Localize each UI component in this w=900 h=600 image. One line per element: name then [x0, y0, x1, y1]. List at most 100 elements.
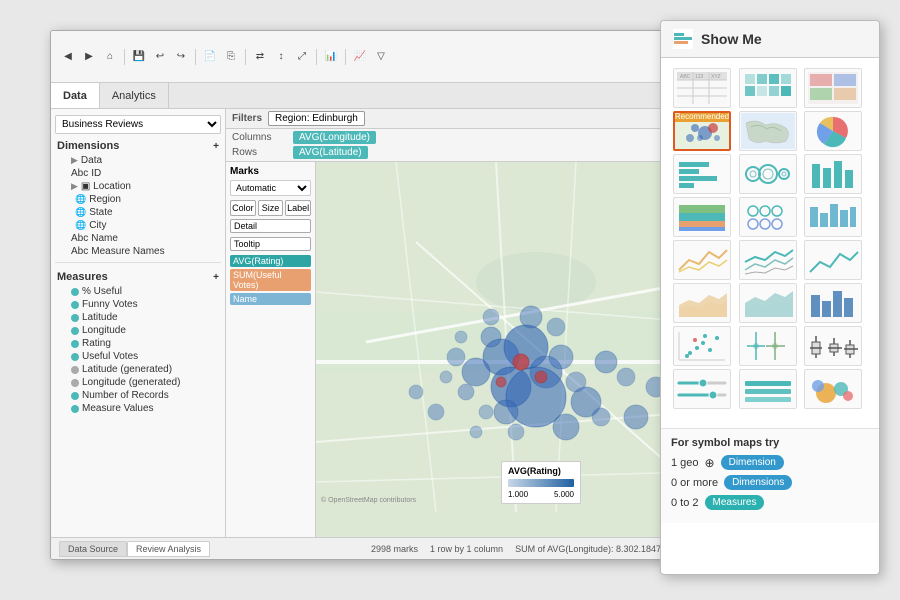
chart-horiz-bars[interactable] — [673, 154, 731, 194]
svg-text:XYZ: XYZ — [711, 74, 721, 80]
measure-useful-pct[interactable]: % Useful — [63, 285, 221, 298]
swap-icon[interactable]: ⇄ — [251, 48, 269, 66]
chart-highlight-table[interactable] — [804, 68, 862, 108]
chart-more[interactable] — [804, 197, 862, 237]
filters-label: Filters — [232, 113, 262, 124]
dim-location[interactable]: ▶ ▣ Location — [63, 180, 221, 193]
show-me-icon[interactable]: 📊 — [322, 48, 340, 66]
measure-funny[interactable]: Funny Votes — [63, 298, 221, 311]
dim-state[interactable]: 🌐 State — [63, 206, 221, 219]
measure-lat-gen[interactable]: Latitude (generated) — [63, 363, 221, 376]
marks-color-btn[interactable]: Color — [230, 200, 256, 216]
footer-row-2: 0 or more Dimensions — [671, 475, 869, 490]
measure-rating[interactable]: Rating — [63, 337, 221, 350]
chart-sliders[interactable] — [673, 369, 731, 409]
chart-scatter[interactable] — [673, 326, 731, 366]
badge-dimension: Dimension — [721, 455, 784, 470]
dimensions-add-icon[interactable]: + — [213, 141, 219, 152]
measure-useful-votes[interactable]: Useful Votes — [63, 350, 221, 363]
chart-text-table[interactable]: ABC 123 XYZ — [673, 68, 731, 108]
chart-vert-bars2[interactable] — [804, 283, 862, 323]
chart-heat-map[interactable] — [739, 68, 797, 108]
chart-line2[interactable] — [739, 240, 797, 280]
show-me-footer: For symbol maps try 1 geo ⊕ Dimension 0 … — [661, 428, 879, 523]
legend-min: 1.000 — [508, 490, 528, 499]
abc-icon: Abc — [71, 168, 88, 179]
chart-map[interactable] — [739, 111, 797, 151]
footer-row-3: 0 to 2 Measures — [671, 495, 869, 510]
chart-grouped-circles[interactable] — [739, 197, 797, 237]
chart-grid: ABC 123 XYZ — [667, 62, 873, 415]
chart-crosshairs[interactable] — [739, 326, 797, 366]
home-icon[interactable]: ⌂ — [101, 48, 119, 66]
tabs-bar: Data Analytics — [51, 83, 669, 109]
chart-area1[interactable] — [673, 283, 731, 323]
chart-circles[interactable] — [739, 154, 797, 194]
measure-lon-gen[interactable]: Longitude (generated) — [63, 376, 221, 389]
back-icon[interactable]: ◀ — [59, 48, 77, 66]
main-window: ◀ ▶ ⌂ 💾 ↩ ↪ 📄 ⎘ ⇄ ↕ ⤢ 📊 📈 ▽ Data Analyti… — [50, 30, 670, 560]
marks-buttons: Color Size Label — [230, 200, 311, 216]
new-sheet-icon[interactable]: 📄 — [201, 48, 219, 66]
chart-line1[interactable] — [673, 240, 731, 280]
columns-pill[interactable]: AVG(Longitude) — [293, 131, 376, 144]
chart-bubble[interactable] — [804, 369, 862, 409]
undo-icon[interactable]: ↩ — [151, 48, 169, 66]
chart-symbol-map[interactable]: Recommended — [673, 111, 731, 151]
sort-icon[interactable]: ↕ — [272, 48, 290, 66]
columns-shelf: Columns AVG(Longitude) — [232, 131, 663, 144]
legend-bar — [508, 479, 574, 487]
measure-values[interactable]: Measure Values — [63, 402, 221, 415]
dim-region[interactable]: 🌐 Region — [63, 193, 221, 206]
save-icon[interactable]: 💾 — [130, 48, 148, 66]
redo-icon[interactable]: ↪ — [172, 48, 190, 66]
measure-latitude[interactable]: Latitude — [63, 311, 221, 324]
legend-title: AVG(Rating) — [508, 466, 574, 476]
dim-data[interactable]: ▶ Data — [63, 154, 221, 167]
map-view[interactable]: © OpenStreetMap contributors AVG(Rating)… — [316, 162, 669, 559]
chart-gradient-bars[interactable] — [739, 369, 797, 409]
marks-field-rating[interactable]: AVG(Rating) — [230, 255, 311, 267]
globe-icon-city: 🌐 — [75, 220, 86, 231]
marks-label-btn[interactable]: Label — [285, 200, 311, 216]
tab-analytics[interactable]: Analytics — [100, 83, 169, 108]
chart-line3[interactable] — [804, 240, 862, 280]
filter-icon[interactable]: ▽ — [372, 48, 390, 66]
measure-longitude[interactable]: Longitude — [63, 324, 221, 337]
marks-tooltip-btn[interactable]: Tooltip — [230, 237, 311, 251]
dim-id[interactable]: Abc ID — [63, 167, 221, 180]
marks-size-btn[interactable]: Size — [258, 200, 284, 216]
rows-pill[interactable]: AVG(Latitude) — [293, 146, 368, 159]
dim-measure-names[interactable]: Abc Measure Names — [63, 245, 221, 258]
rows-shelf: Rows AVG(Latitude) — [232, 146, 663, 159]
chart-area2[interactable] — [739, 283, 797, 323]
chart-pie[interactable] — [804, 111, 862, 151]
tab-data[interactable]: Data — [51, 83, 100, 108]
measure-num-records[interactable]: Number of Records — [63, 389, 221, 402]
marks-field-name[interactable]: Name — [230, 293, 311, 305]
rows-label: Rows — [232, 147, 287, 158]
status-sum: SUM of AVG(Longitude): 8.302.1847 — [515, 544, 661, 554]
marks-detail-btn[interactable]: Detail — [230, 219, 311, 233]
filter-region[interactable]: Region: Edinburgh — [268, 111, 365, 126]
status-rows-cols: 1 row by 1 column — [430, 544, 503, 554]
marks-type-select[interactable]: Automatic — [230, 180, 311, 196]
dim-city[interactable]: 🌐 City — [63, 219, 221, 232]
footer-count-2: 0 or more — [671, 477, 718, 489]
chart-side-bars[interactable] — [804, 154, 862, 194]
business-reviews-select[interactable]: Business Reviews — [55, 115, 221, 134]
chart-stacked-bars[interactable] — [673, 197, 731, 237]
footer-row-1: 1 geo ⊕ Dimension — [671, 455, 869, 470]
fit-icon[interactable]: ⤢ — [293, 48, 311, 66]
chart-box-plot[interactable] — [804, 326, 862, 366]
dim-name[interactable]: Abc Name — [63, 232, 221, 245]
show-me-header: Show Me — [661, 21, 879, 58]
legend-max: 5.000 — [554, 490, 574, 499]
marks-field-useful[interactable]: SUM(Useful Votes) — [230, 269, 311, 291]
folder-icon: ▶ — [71, 155, 78, 166]
forward-icon[interactable]: ▶ — [80, 48, 98, 66]
duplicate-icon[interactable]: ⎘ — [222, 48, 240, 66]
show-me-panel: Show Me ABC 123 XYZ — [660, 20, 880, 575]
measures-add-icon[interactable]: + — [213, 272, 219, 283]
analytics-icon[interactable]: 📈 — [351, 48, 369, 66]
